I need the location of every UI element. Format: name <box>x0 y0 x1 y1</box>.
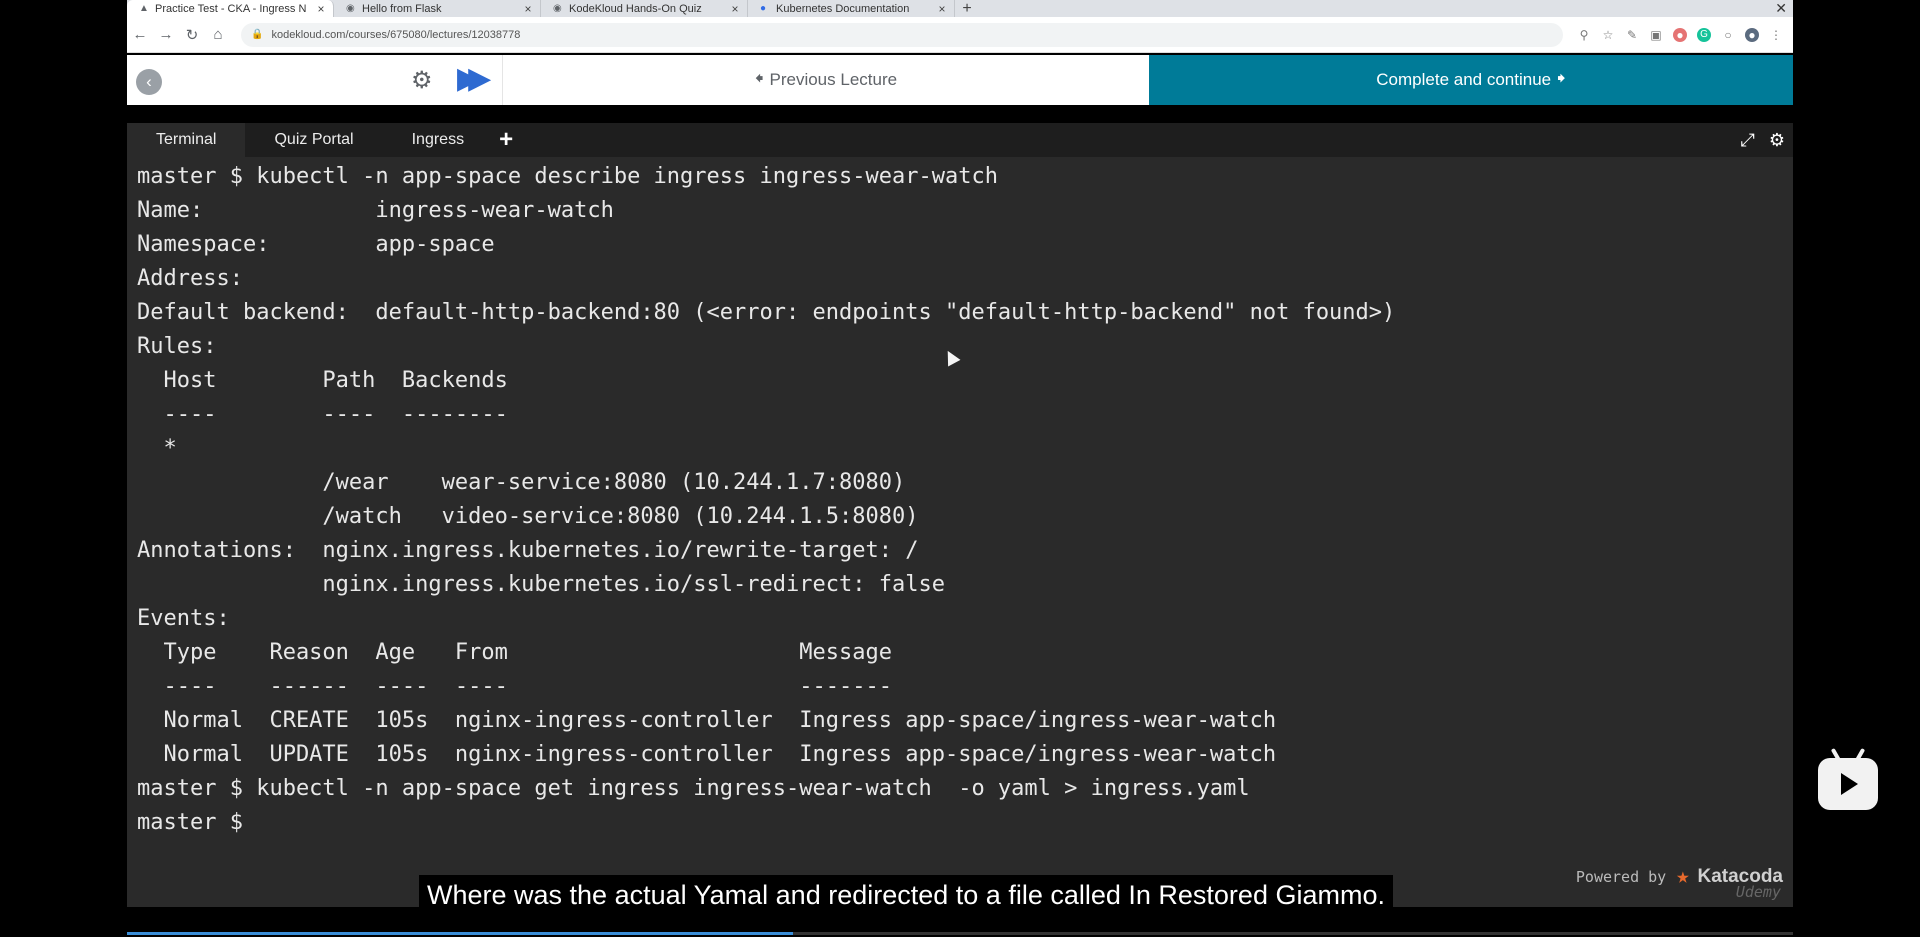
tab-title: KodeKloud Hands-On Quiz <box>569 2 702 15</box>
autoplay-forward-icon[interactable]: ▶▶ <box>457 61 491 96</box>
terminal-line: master $ <box>137 810 243 835</box>
terminal-line: master $ kubectl -n app-space describe i… <box>137 164 998 189</box>
fullscreen-icon[interactable]: ⤢ <box>1740 130 1754 151</box>
video-progress-bar[interactable] <box>127 932 1793 935</box>
play-icon <box>1841 773 1858 795</box>
kubernetes-icon: ● <box>760 2 767 14</box>
zoom-icon[interactable]: ⚲ <box>1577 28 1591 42</box>
grammarly-icon[interactable]: G <box>1697 27 1711 42</box>
previous-lecture-button[interactable]: 🠸 Previous Lecture <box>503 55 1149 105</box>
more-menu-icon[interactable]: ⋮ <box>1769 28 1783 42</box>
terminal-line: Annotations: nginx.ingress.kubernetes.io… <box>137 538 919 563</box>
gear-icon[interactable]: ⚙ <box>1769 130 1785 151</box>
gear-icon[interactable]: ⚙ <box>411 66 433 95</box>
complete-label: Complete and continue <box>1376 70 1552 89</box>
tab-title: Hello from Flask <box>362 2 442 15</box>
kodekloud-icon: ▲ <box>139 2 149 14</box>
extension-icon[interactable]: ● <box>1673 27 1687 42</box>
udemy-watermark: Udemy <box>1735 883 1781 901</box>
home-icon[interactable]: ⌂ <box>205 26 231 43</box>
terminal-line: Events: <box>137 606 230 631</box>
terminal-line: Normal UPDATE 105s nginx-ingress-control… <box>137 742 1277 767</box>
terminal-line: Type Reason Age From Message <box>137 640 892 665</box>
browser-tab-quiz[interactable]: ◉ KodeKloud Hands-On Quiz × <box>541 0 748 17</box>
terminal-line: /wear wear-service:8080 (10.244.1.7:8080… <box>137 470 906 495</box>
extension-icon[interactable]: ○ <box>1721 28 1735 42</box>
terminal-line: /watch video-service:8080 (10.244.1.5:80… <box>137 504 919 529</box>
tab-ingress[interactable]: Ingress <box>383 123 493 157</box>
browser-tab-flask[interactable]: ◉ Hello from Flask × <box>334 0 541 17</box>
lock-icon: 🔒 <box>251 29 264 40</box>
terminal-tools: ⤢ ⚙ <box>1740 130 1785 151</box>
terminal-tab-bar: Terminal Quiz Portal Ingress + ⤢ ⚙ <box>127 123 1793 157</box>
globe-icon: ◉ <box>553 2 562 14</box>
terminal-line: ---- ---- -------- <box>137 402 508 427</box>
terminal-line: * <box>137 436 177 461</box>
extension-toolbar: ⚲ ☆ ✎ ▣ ● G ○ ● ⋮ <box>1577 27 1783 42</box>
close-icon[interactable]: × <box>315 2 327 16</box>
browser-tab-practice-test[interactable]: ▲ Practice Test - CKA - Ingress N × <box>127 0 334 17</box>
subtitle-caption: Where was the actual Yamal and redirecte… <box>419 875 1393 915</box>
terminal-output[interactable]: master $ kubectl -n app-space describe i… <box>127 157 1793 907</box>
new-tab-button[interactable]: + <box>955 0 979 17</box>
terminal-line: Address: <box>137 266 243 291</box>
course-nav-controls: ‹ ⚙ ▶▶ <box>127 55 503 105</box>
add-tab-icon[interactable]: + <box>499 126 513 154</box>
katacoda-logo-icon: ★ <box>1676 864 1690 889</box>
terminal-line: nginx.ingress.kubernetes.io/ssl-redirect… <box>137 572 945 597</box>
terminal-line: Rules: <box>137 334 217 359</box>
complete-and-continue-button[interactable]: Complete and continue 🠺 <box>1149 55 1793 105</box>
address-bar: ← → ↻ ⌂ 🔒 kodekloud.com/courses/675080/l… <box>127 17 1793 53</box>
sidebar-back-button[interactable]: ‹ <box>136 69 162 95</box>
bilibili-logo-icon <box>1818 758 1878 810</box>
powered-by-label: Powered by <box>1575 867 1667 886</box>
video-progress-fill <box>127 932 794 935</box>
terminal-line: Default backend: default-http-backend:80… <box>137 300 1396 325</box>
bookmark-star-icon[interactable]: ☆ <box>1601 28 1615 42</box>
url-text: kodekloud.com/courses/675080/lectures/12… <box>271 28 521 41</box>
terminal-line: Normal CREATE 105s nginx-ingress-control… <box>137 708 1277 733</box>
terminal-line: ---- ------ ---- ---- ------- <box>137 674 892 699</box>
arrow-left-icon: 🠸 <box>754 68 764 88</box>
extension-icon[interactable]: ▣ <box>1649 28 1663 42</box>
globe-icon: ◉ <box>346 2 355 14</box>
close-icon[interactable]: × <box>522 2 534 16</box>
terminal-line: master $ kubectl -n app-space get ingres… <box>137 776 1250 801</box>
terminal-line: Host Path Backends <box>137 368 508 393</box>
terminal-line: Namespace: app-space <box>137 232 495 257</box>
extension-icon[interactable]: ✎ <box>1625 28 1639 42</box>
terminal-lines: master $ kubectl -n app-space describe i… <box>137 160 1395 840</box>
back-arrow-icon[interactable]: ← <box>127 26 153 43</box>
video-frame: ▲ Practice Test - CKA - Ingress N × ◉ He… <box>127 0 1793 937</box>
tab-terminal[interactable]: Terminal <box>127 123 246 157</box>
close-icon[interactable]: × <box>729 2 741 16</box>
tab-quiz-portal[interactable]: Quiz Portal <box>245 123 382 157</box>
browser-tab-bar: ▲ Practice Test - CKA - Ingress N × ◉ He… <box>127 0 1793 17</box>
window-close-icon[interactable]: ✕ <box>1775 0 1787 17</box>
forward-arrow-icon[interactable]: → <box>153 26 179 43</box>
arrow-right-icon: 🠺 <box>1557 68 1566 88</box>
url-field[interactable]: 🔒 kodekloud.com/courses/675080/lectures/… <box>241 22 1563 47</box>
close-icon[interactable]: × <box>936 2 948 16</box>
terminal-line: Name: ingress-wear-watch <box>137 198 614 223</box>
course-navigation-bar: ‹ ⚙ ▶▶ 🠸 Previous Lecture Complete and c… <box>127 55 1793 105</box>
reload-icon[interactable]: ↻ <box>179 26 205 44</box>
tab-title: Kubernetes Documentation <box>776 2 910 15</box>
tab-title: Practice Test - CKA - Ingress N <box>155 2 307 15</box>
browser-tab-kubernetes-docs[interactable]: ● Kubernetes Documentation × <box>748 0 955 17</box>
previous-lecture-label: Previous Lecture <box>769 70 898 89</box>
avatar[interactable]: ● <box>1745 27 1759 42</box>
